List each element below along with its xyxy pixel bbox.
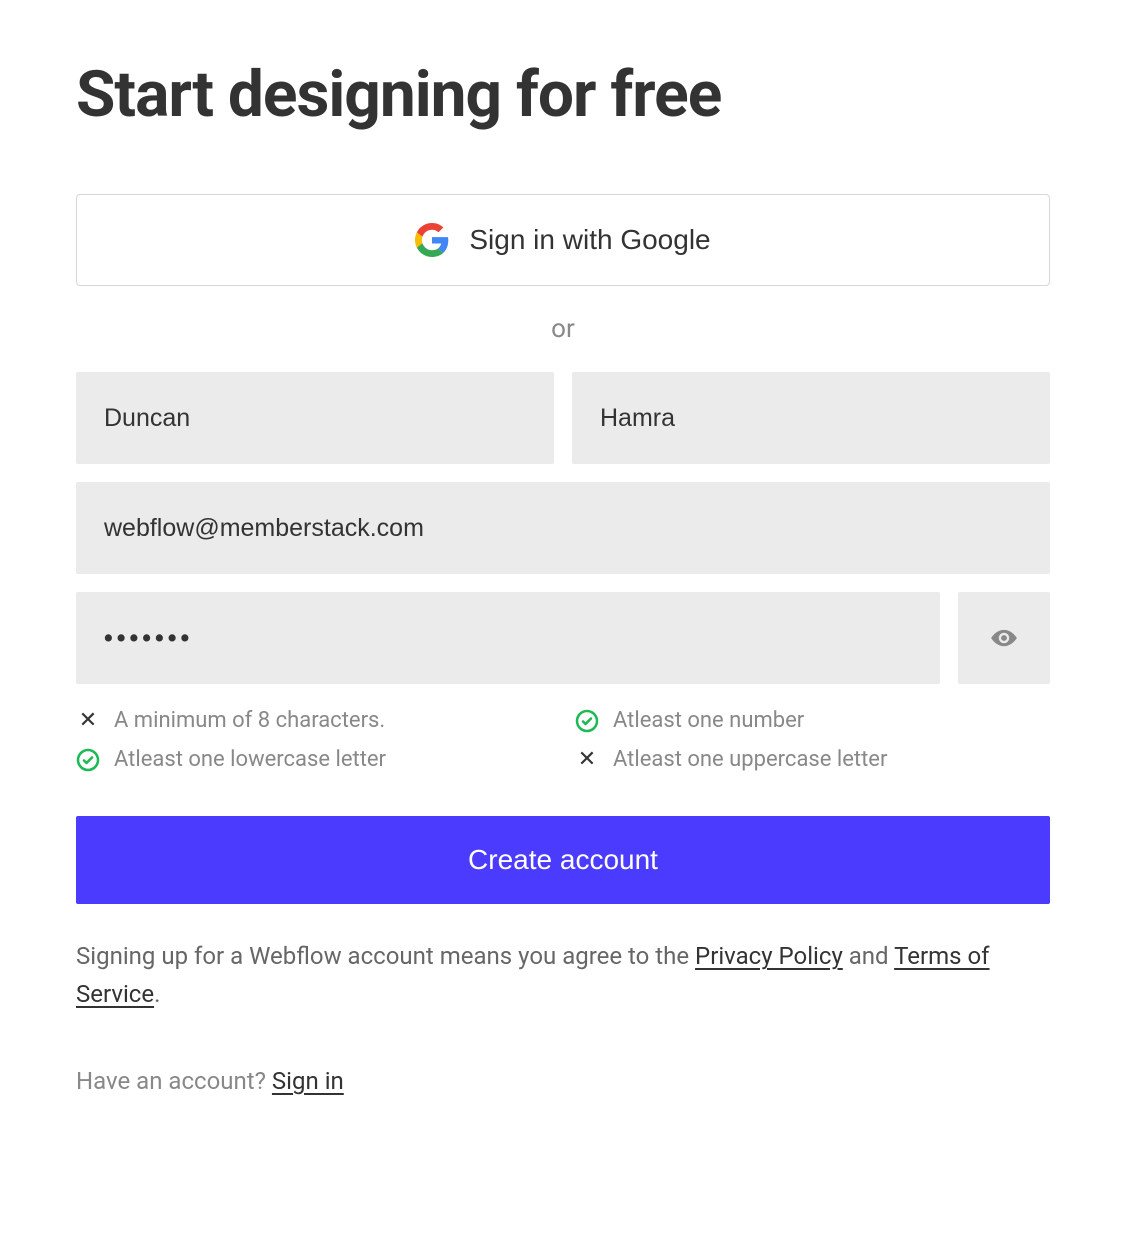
privacy-policy-link[interactable]: Privacy Policy	[695, 942, 843, 970]
first-name-field[interactable]	[76, 372, 554, 464]
last-name-field[interactable]	[572, 372, 1050, 464]
rule-label: Atleast one lowercase letter	[114, 747, 386, 772]
rule-label: Atleast one number	[613, 708, 804, 733]
agree-prefix: Signing up for a Webflow account means y…	[76, 942, 695, 970]
password-field[interactable]	[76, 592, 940, 684]
google-icon	[415, 223, 449, 257]
or-divider: or	[76, 314, 1050, 344]
x-icon: ✕	[76, 709, 100, 733]
rule-label: Atleast one uppercase letter	[613, 747, 887, 772]
create-account-button[interactable]: Create account	[76, 816, 1050, 904]
rule-min8: ✕ A minimum of 8 characters.	[76, 708, 551, 733]
agree-text: Signing up for a Webflow account means y…	[76, 938, 1050, 1012]
rule-label: A minimum of 8 characters.	[114, 708, 385, 733]
sign-in-link[interactable]: Sign in	[272, 1067, 344, 1095]
google-signin-button[interactable]: Sign in with Google	[76, 194, 1050, 286]
have-account-prefix: Have an account?	[76, 1067, 272, 1095]
page-title: Start designing for free	[76, 60, 1050, 130]
password-rules: ✕ A minimum of 8 characters. Atleast one…	[76, 708, 1050, 772]
check-circle-icon	[76, 748, 100, 772]
have-account-text: Have an account? Sign in	[76, 1067, 1050, 1095]
x-icon: ✕	[575, 748, 599, 772]
rule-upper: ✕ Atleast one uppercase letter	[575, 747, 1050, 772]
check-circle-icon	[575, 709, 599, 733]
email-field[interactable]	[76, 482, 1050, 574]
google-signin-label: Sign in with Google	[469, 224, 710, 256]
eye-icon	[990, 624, 1018, 652]
agree-and: and	[843, 942, 894, 970]
toggle-password-visibility-button[interactable]	[958, 592, 1050, 684]
rule-number: Atleast one number	[575, 708, 1050, 733]
rule-lower: Atleast one lowercase letter	[76, 747, 551, 772]
agree-suffix: .	[154, 980, 160, 1008]
